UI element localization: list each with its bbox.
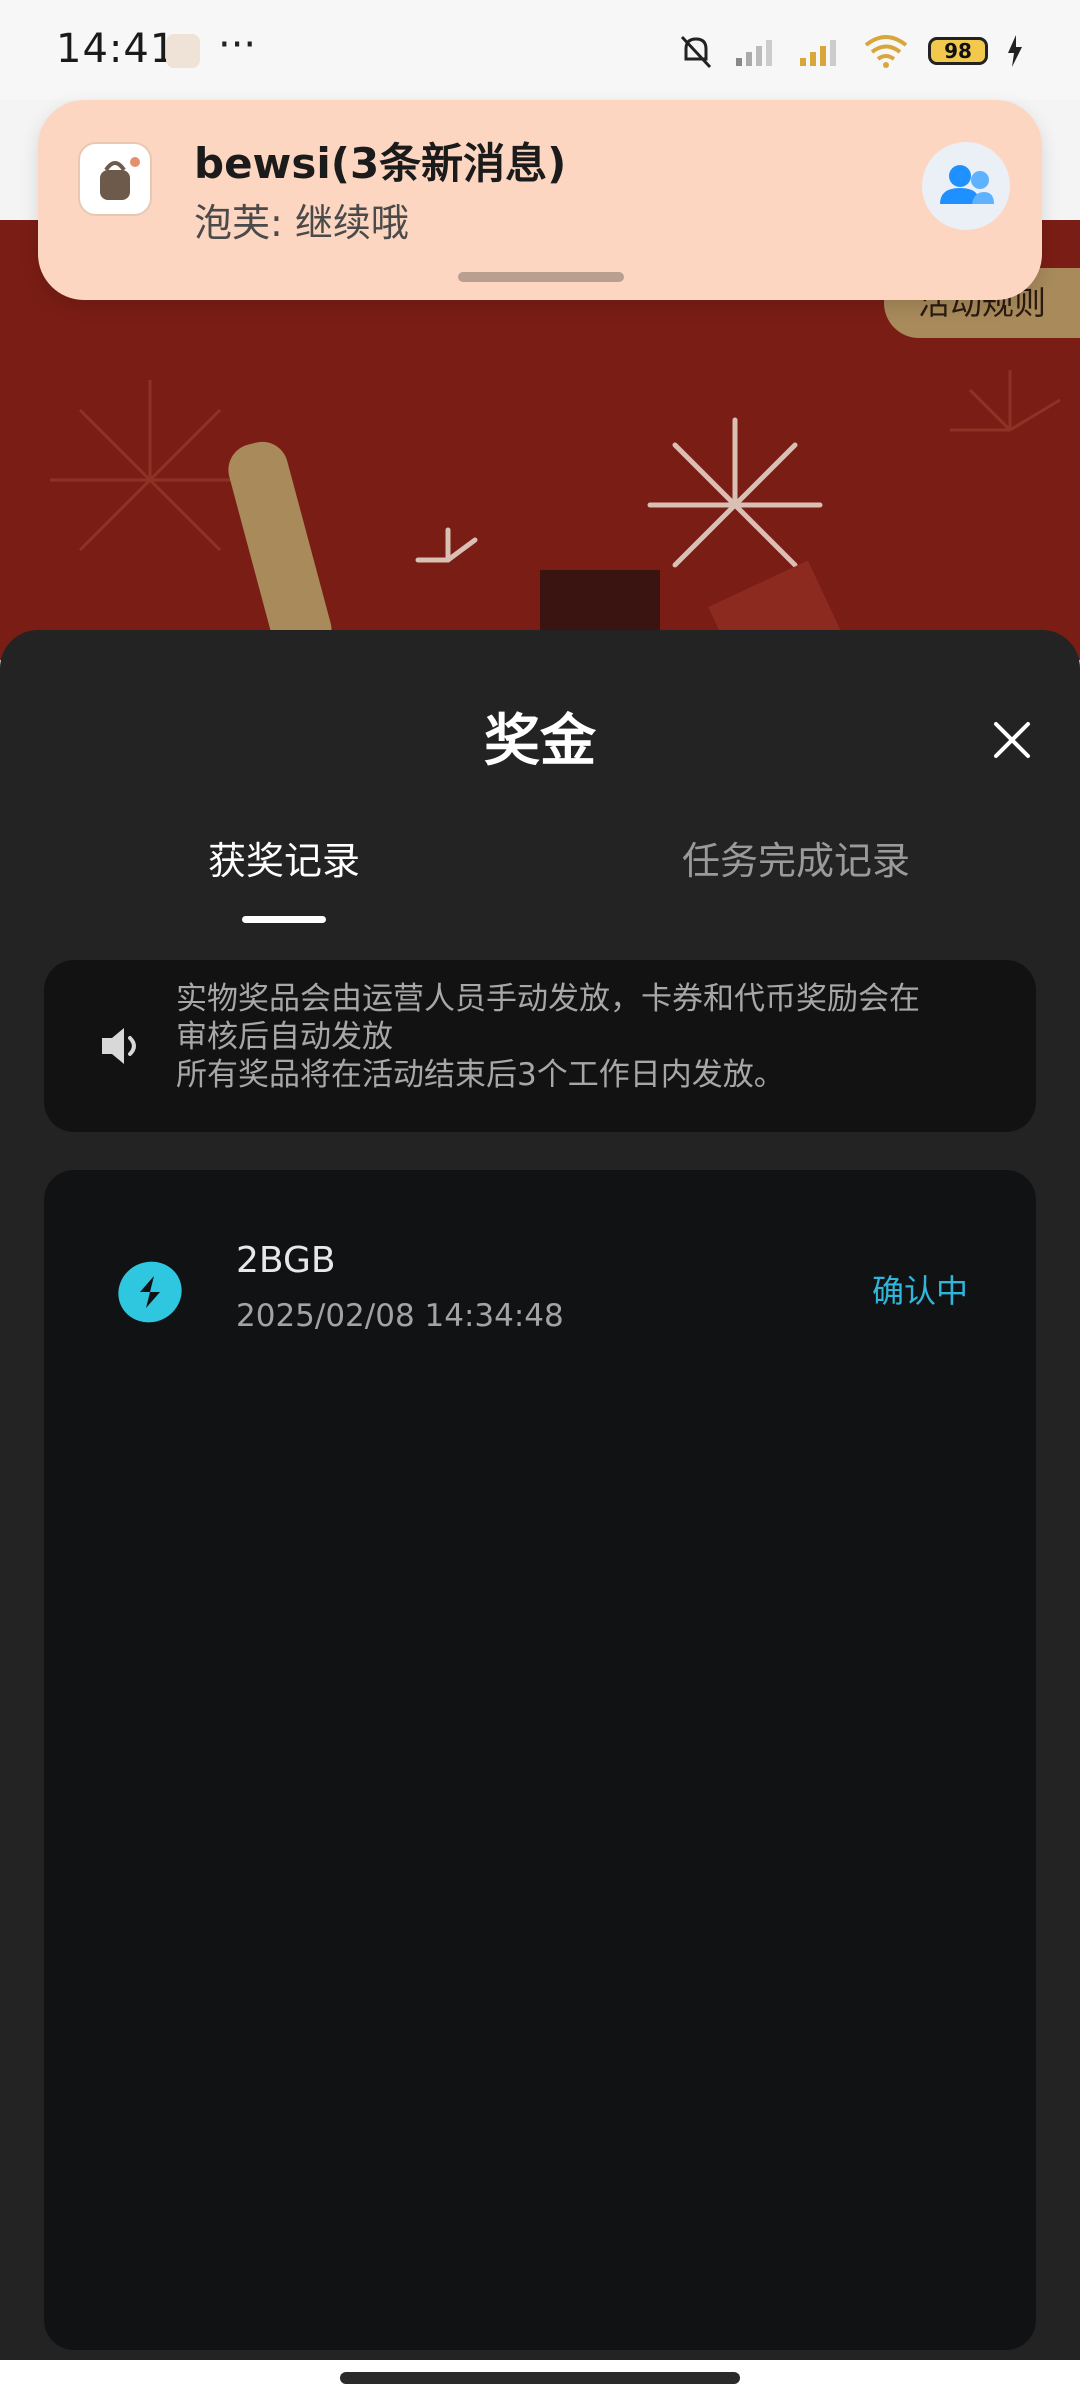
charging-icon	[1008, 35, 1022, 67]
notification-title: bewsi(3条新消息)	[194, 139, 567, 188]
notice-line: 审核后自动发放	[176, 1019, 393, 1055]
close-button[interactable]	[982, 710, 1042, 770]
prize-notice: 实物奖品会由运营人员手动发放，卡券和代币奖励会在 审核后自动发放 所有奖品将在活…	[44, 960, 1036, 1132]
notice-line: 实物奖品会由运营人员手动发放，卡券和代币奖励会在	[176, 981, 920, 1017]
status-bar: 14:41 ··· 98	[0, 0, 1080, 100]
record-time: 2025/02/08 14:34:48	[236, 1298, 564, 1334]
battery-indicator: 98	[928, 37, 988, 65]
speaker-icon	[102, 1028, 136, 1064]
notice-text: 实物奖品会由运营人员手动发放，卡券和代币奖励会在 审核后自动发放 所有奖品将在活…	[176, 980, 1016, 1094]
more-notifications-icon: ···	[218, 22, 257, 68]
signal-hd-icon	[800, 40, 836, 66]
group-chat-button[interactable]	[922, 142, 1010, 230]
app-notification-icon	[166, 34, 200, 68]
status-icons: 98	[676, 26, 1024, 76]
chat-avatar	[78, 142, 152, 216]
bag-avatar-icon	[100, 157, 140, 200]
bonus-sheet: 奖金 获奖记录 任务完成记录 实物奖品会由运营人员手动发放，卡券和代币奖励会在 …	[0, 630, 1080, 2360]
group-icon	[940, 165, 994, 204]
award-records-list: 2BGB 2025/02/08 14:34:48 确认中	[44, 1170, 1036, 2350]
token-coin-icon	[118, 1261, 182, 1323]
signal-icon	[736, 40, 772, 66]
record-name: 2BGB	[236, 1240, 336, 1281]
tab-award-records[interactable]: 获奖记录	[208, 830, 360, 885]
notice-line: 所有奖品将在活动结束后3个工作日内发放。	[176, 1057, 785, 1093]
home-handle[interactable]	[340, 2372, 740, 2384]
status-time: 14:41	[56, 26, 177, 72]
gesture-nav-bar	[0, 2360, 1080, 2400]
message-notification[interactable]: bewsi(3条新消息) 泡芙: 继续哦	[38, 100, 1042, 300]
tab-task-records[interactable]: 任务完成记录	[682, 830, 910, 885]
active-tab-indicator	[242, 916, 326, 923]
mute-bell-icon	[680, 35, 712, 69]
notification-body: 泡芙: 继续哦	[194, 201, 409, 245]
sheet-title: 奖金	[484, 709, 596, 774]
wifi-icon	[864, 35, 908, 68]
notification-drag-handle[interactable]	[458, 272, 624, 282]
record-status: 确认中	[871, 1272, 968, 1310]
close-icon	[994, 722, 1030, 758]
